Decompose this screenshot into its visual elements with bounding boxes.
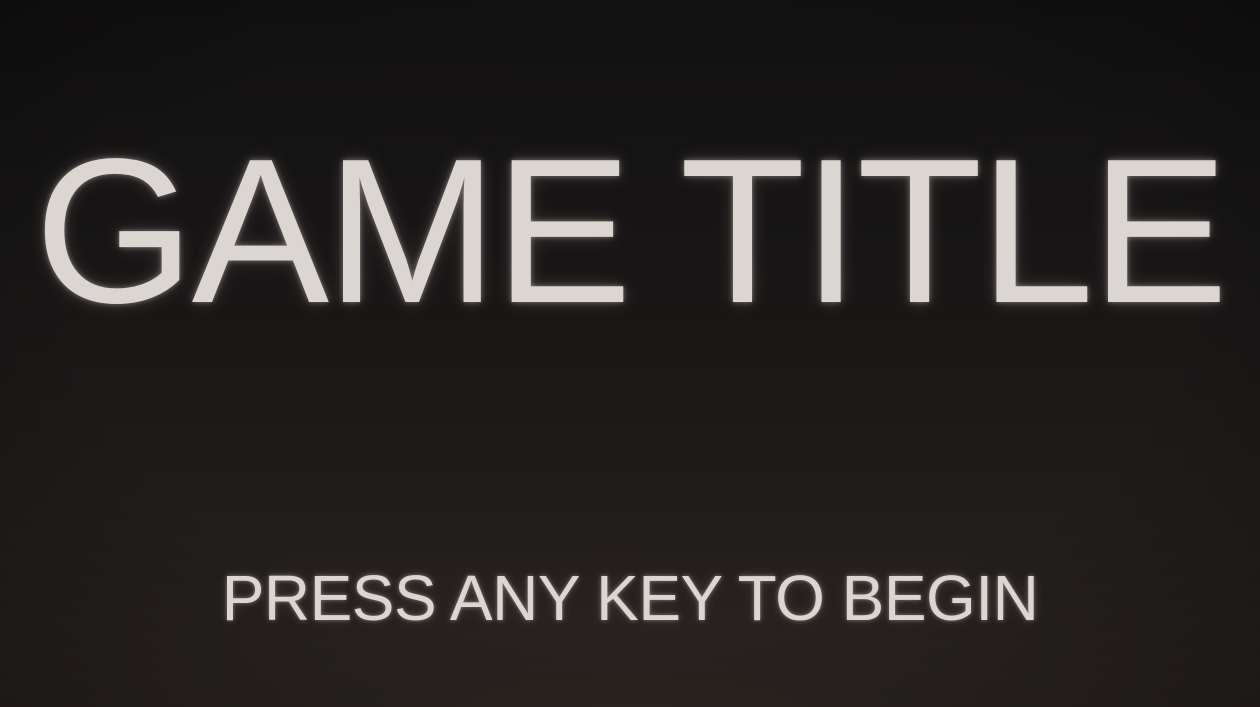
- game-title: GAME TITLE: [34, 116, 1228, 346]
- press-any-key-prompt[interactable]: PRESS ANY KEY TO BEGIN: [0, 566, 1260, 630]
- title-screen[interactable]: GAME TITLE PRESS ANY KEY TO BEGIN: [0, 0, 1260, 707]
